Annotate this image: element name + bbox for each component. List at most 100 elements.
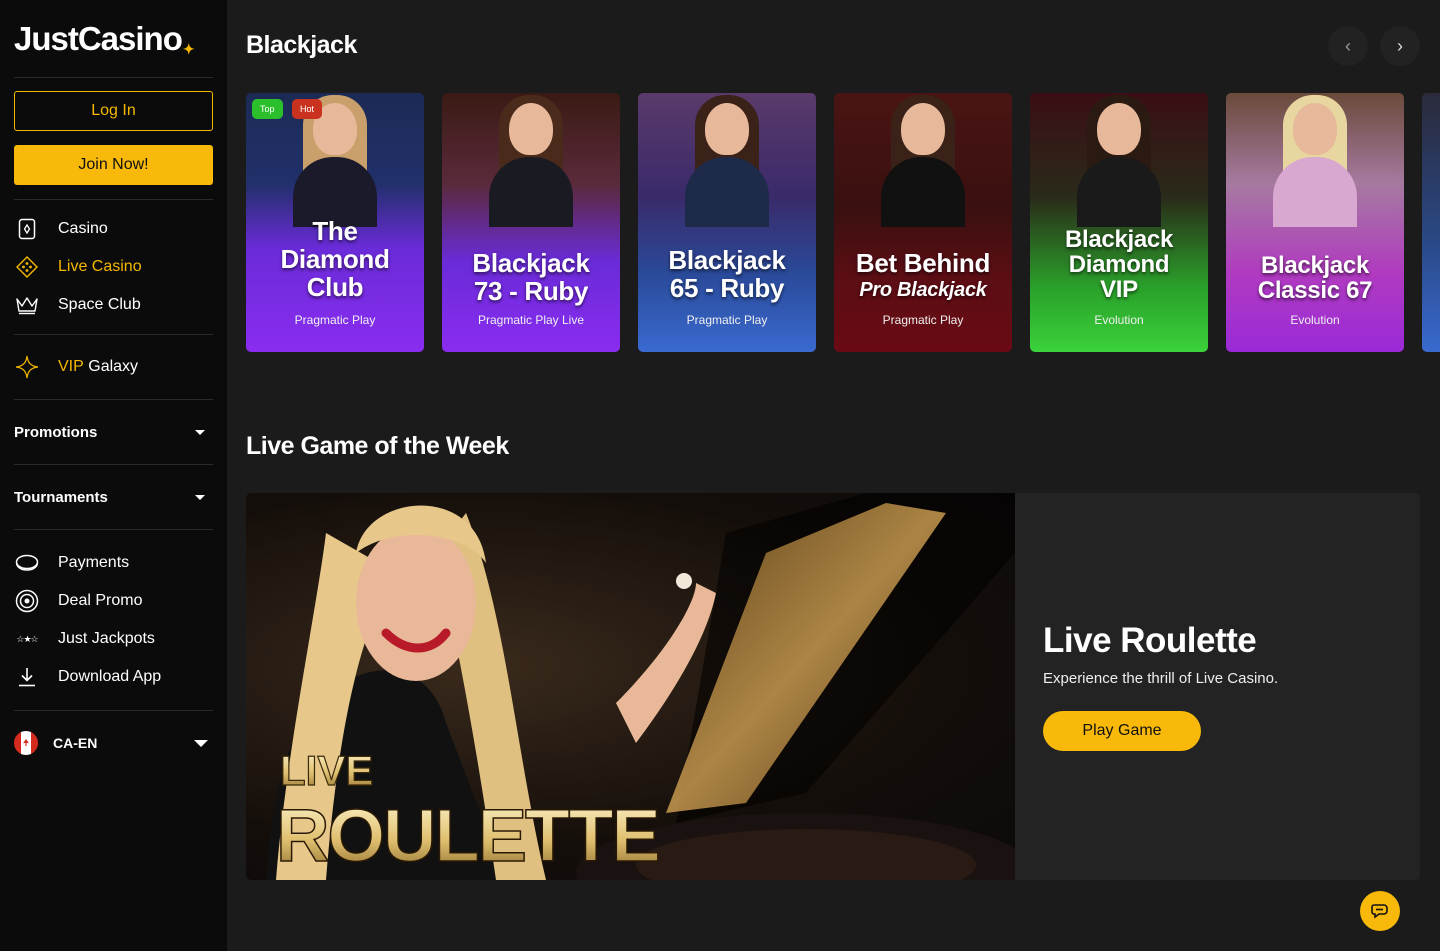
logo[interactable]: JustCasino ✦ [14, 0, 213, 78]
game-name-line: Blackjack [1260, 252, 1370, 279]
nav-item-space-club[interactable]: Space Club [14, 286, 213, 324]
game-name-line: Blackjack [668, 245, 786, 275]
chevron-right-icon: › [1397, 35, 1403, 56]
game-provider: Evolution [1290, 313, 1340, 327]
chat-button[interactable] [1360, 891, 1400, 931]
dealer-image [685, 95, 769, 227]
game-name: Bet Behind Pro Blackjack [834, 249, 1012, 303]
live-roulette-image[interactable]: LIVE ROULETTE [246, 493, 1015, 880]
nav-item-label: Deal Promo [58, 592, 143, 609]
coin-icon [15, 551, 39, 575]
dealer-image [1077, 95, 1161, 227]
nav-item-live-casino[interactable]: Live Casino [14, 248, 213, 286]
banner-roulette-text: ROULETTE [276, 794, 659, 877]
promotions-label: Promotions [14, 423, 98, 441]
game-name-line: VIP [1100, 276, 1138, 303]
promotions-dropdown[interactable]: Promotions [14, 400, 213, 464]
tournaments-dropdown[interactable]: Tournaments [14, 465, 213, 529]
vip-prefix: VIP [58, 358, 84, 375]
canada-flag-icon [14, 731, 38, 755]
language-label: CA-EN [53, 735, 98, 751]
game-of-week-title: Live Game of the Week [246, 432, 509, 460]
game-name-line: Bet Behind [855, 248, 991, 278]
nav-secondary: Payments Deal Promo ☆★☆ Just Jackpots Do… [14, 530, 213, 710]
sidebar: JustCasino ✦ Log In Join Now! Casino Live… [0, 0, 227, 951]
chat-icon [1371, 904, 1388, 919]
dealer-image [489, 95, 573, 227]
game-name-line: Club [306, 272, 364, 302]
game-card[interactable]: Blackjack 73 - Ruby Pragmatic Play Live [442, 93, 620, 352]
dealer-image [1273, 95, 1357, 227]
game-name: Blackjack Diamond VIP [1030, 227, 1208, 302]
game-card-partial[interactable] [1422, 93, 1440, 352]
nav-item-label: Download App [58, 668, 162, 685]
main-content: Blackjack ‹ › Top Hot The Diamond Club P… [227, 0, 1440, 951]
sparkle-icon [15, 355, 39, 379]
caret-down-icon [195, 494, 205, 500]
live-casino-icon [15, 255, 39, 279]
game-name: Blackjack Classic 67 [1226, 253, 1404, 303]
dealer-image [881, 95, 965, 227]
nav-item-vip-galaxy[interactable]: VIP Galaxy [14, 348, 213, 386]
game-name: Blackjack 73 - Ruby [442, 249, 620, 305]
nav-item-just-jackpots[interactable]: ☆★☆ Just Jackpots [14, 620, 213, 658]
nav-item-casino[interactable]: Casino [14, 210, 213, 248]
nav-item-label: Live Casino [58, 258, 142, 275]
logo-text: JustCasino [14, 19, 183, 57]
language-selector[interactable]: CA-EN [14, 711, 213, 775]
login-button[interactable]: Log In [14, 91, 213, 131]
banner-live-text: LIVE [280, 747, 373, 794]
game-name-line: Blackjack [1064, 226, 1174, 253]
game-name-line: 65 - Ruby [669, 273, 785, 303]
blackjack-section-title: Blackjack [246, 31, 357, 59]
logo-spark-icon: ✦ [182, 41, 195, 57]
game-card[interactable]: Blackjack Classic 67 Evolution [1226, 93, 1404, 352]
game-name-line: 73 - Ruby [473, 276, 589, 306]
game-name: Blackjack 65 - Ruby [638, 246, 816, 302]
stars-icon: ☆★☆ [16, 633, 38, 644]
chevron-left-icon: ‹ [1345, 35, 1351, 56]
dealer-image [293, 95, 377, 227]
nav-vip: VIP Galaxy [14, 335, 213, 399]
caret-down-icon [194, 739, 208, 747]
nav-item-label: Space Club [58, 296, 141, 313]
carousel-prev-button[interactable]: ‹ [1328, 26, 1368, 66]
game-provider: Pragmatic Play [882, 313, 964, 327]
target-icon [15, 589, 39, 613]
badge-hot: Hot [292, 99, 323, 119]
nav-main: Casino Live Casino Space Club [14, 200, 213, 334]
caret-down-icon [195, 429, 205, 435]
game-name-line: Pro Blackjack [859, 279, 987, 301]
game-of-week-info: Live Roulette Experience the thrill of L… [1043, 621, 1278, 751]
nav-item-deal-promo[interactable]: Deal Promo [14, 582, 213, 620]
casino-card-icon [15, 217, 39, 241]
nav-item-label: Just Jackpots [58, 630, 155, 647]
game-provider: Pragmatic Play Live [477, 313, 585, 327]
game-name-line: Blackjack [472, 248, 590, 278]
download-icon [15, 665, 39, 689]
game-provider: Evolution [1094, 313, 1144, 327]
game-card[interactable]: Bet Behind Pro Blackjack Pragmatic Play [834, 93, 1012, 352]
game-name: The Diamond Club [246, 217, 424, 301]
game-card[interactable]: Blackjack Diamond VIP Evolution [1030, 93, 1208, 352]
carousel-next-button[interactable]: › [1380, 26, 1420, 66]
badge-top: Top [252, 99, 283, 119]
game-of-week-subtitle: Experience the thrill of Live Casino. [1043, 670, 1279, 687]
nav-item-payments[interactable]: Payments [14, 544, 213, 582]
game-card[interactable]: Blackjack 65 - Ruby Pragmatic Play [638, 93, 816, 352]
tournaments-label: Tournaments [14, 488, 108, 506]
game-of-week-game-title: Live Roulette [1043, 621, 1257, 660]
nav-item-download-app[interactable]: Download App [14, 658, 213, 696]
crown-icon [15, 293, 39, 317]
play-game-button[interactable]: Play Game [1043, 711, 1201, 751]
game-name-line: Diamond [280, 244, 390, 274]
vip-label: Galaxy [88, 358, 139, 375]
game-provider: Pragmatic Play [686, 313, 768, 327]
join-now-button[interactable]: Join Now! [14, 145, 213, 185]
game-of-week-banner: LIVE ROULETTE Live Roulette Experience t… [246, 493, 1420, 880]
nav-item-label: Casino [58, 220, 108, 237]
game-card[interactable]: Top Hot The Diamond Club Pragmatic Play [246, 93, 424, 352]
game-name-line: Classic 67 [1257, 277, 1373, 304]
game-provider: Pragmatic Play [294, 313, 376, 327]
game-name-line: The [312, 216, 358, 246]
